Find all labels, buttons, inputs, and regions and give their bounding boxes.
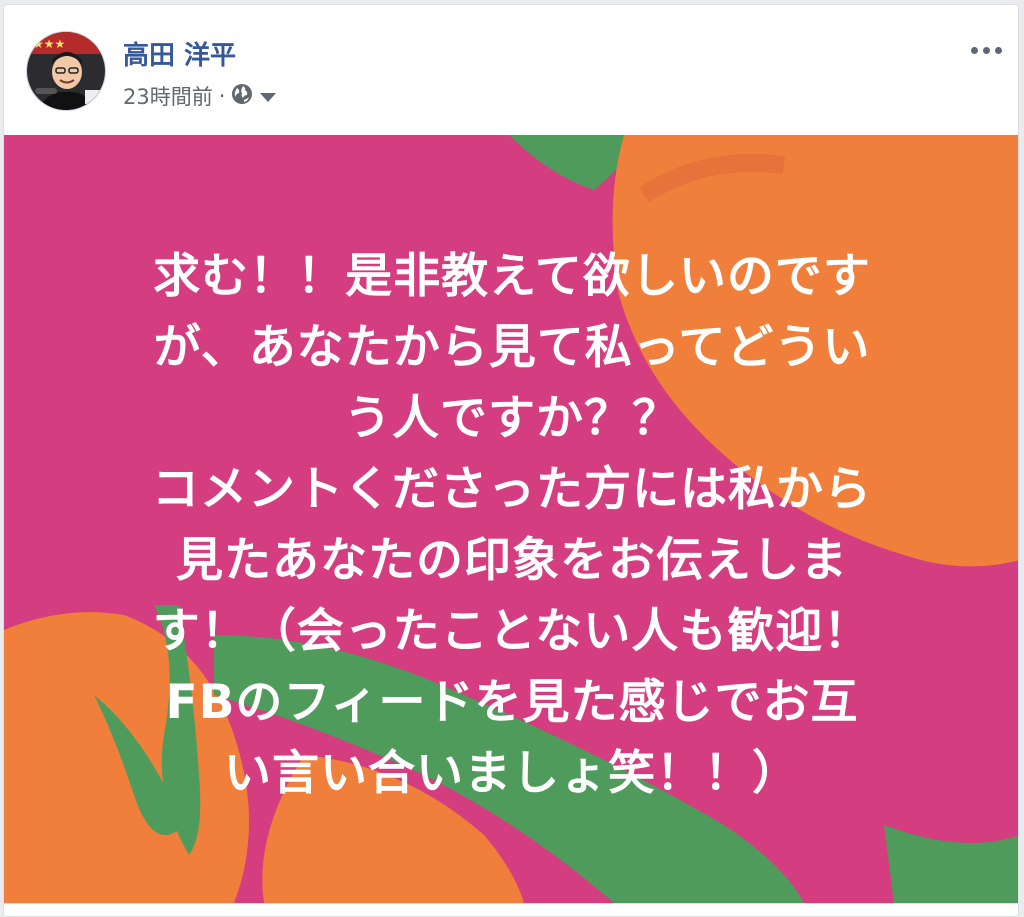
post-meta: 23時間前 · — [123, 82, 277, 110]
post-footer — [4, 903, 1018, 916]
post-card: ★★★ 高田 洋平 23時間前 · 求む！！是非教えて欲しいのです が、あなたか… — [3, 4, 1019, 917]
avatar[interactable]: ★★★ — [26, 31, 106, 111]
post-text-line: FBのフィードを見た感じでお互 — [165, 675, 859, 730]
caret-down-icon[interactable] — [259, 84, 277, 108]
meta-separator: · — [218, 84, 226, 108]
post-text-line: す！（会ったことない人も歓迎！ — [152, 604, 872, 659]
more-options-button[interactable] — [968, 37, 1004, 63]
globe-icon[interactable] — [231, 83, 253, 110]
post-text-line: 見たあなたの印象をお伝えしま — [176, 533, 848, 588]
post-text: 求む！！是非教えて欲しいのです が、あなたから見て私ってどうい う人ですか？？ … — [4, 241, 1018, 809]
more-dot — [994, 46, 1002, 54]
post-text-line: 求む！！是非教えて欲しいのです — [153, 249, 871, 304]
author-name[interactable]: 高田 洋平 — [123, 35, 236, 72]
svg-text:★★★: ★★★ — [33, 37, 65, 51]
more-dot — [970, 46, 978, 54]
post-text-line: い言い合いましょ笑！！） — [224, 746, 800, 801]
post-text-line: コメントくださった方には私から — [152, 462, 872, 517]
avatar-image: ★★★ — [27, 32, 105, 110]
post-text-line: が、あなたから見て私ってどうい — [153, 320, 871, 375]
more-dot — [982, 46, 990, 54]
post-text-line: う人ですか？？ — [344, 391, 680, 446]
post-background[interactable]: 求む！！是非教えて欲しいのです が、あなたから見て私ってどうい う人ですか？？ … — [4, 135, 1018, 903]
post-header: ★★★ 高田 洋平 23時間前 · — [4, 5, 1018, 133]
post-timestamp[interactable]: 23時間前 — [123, 81, 213, 111]
